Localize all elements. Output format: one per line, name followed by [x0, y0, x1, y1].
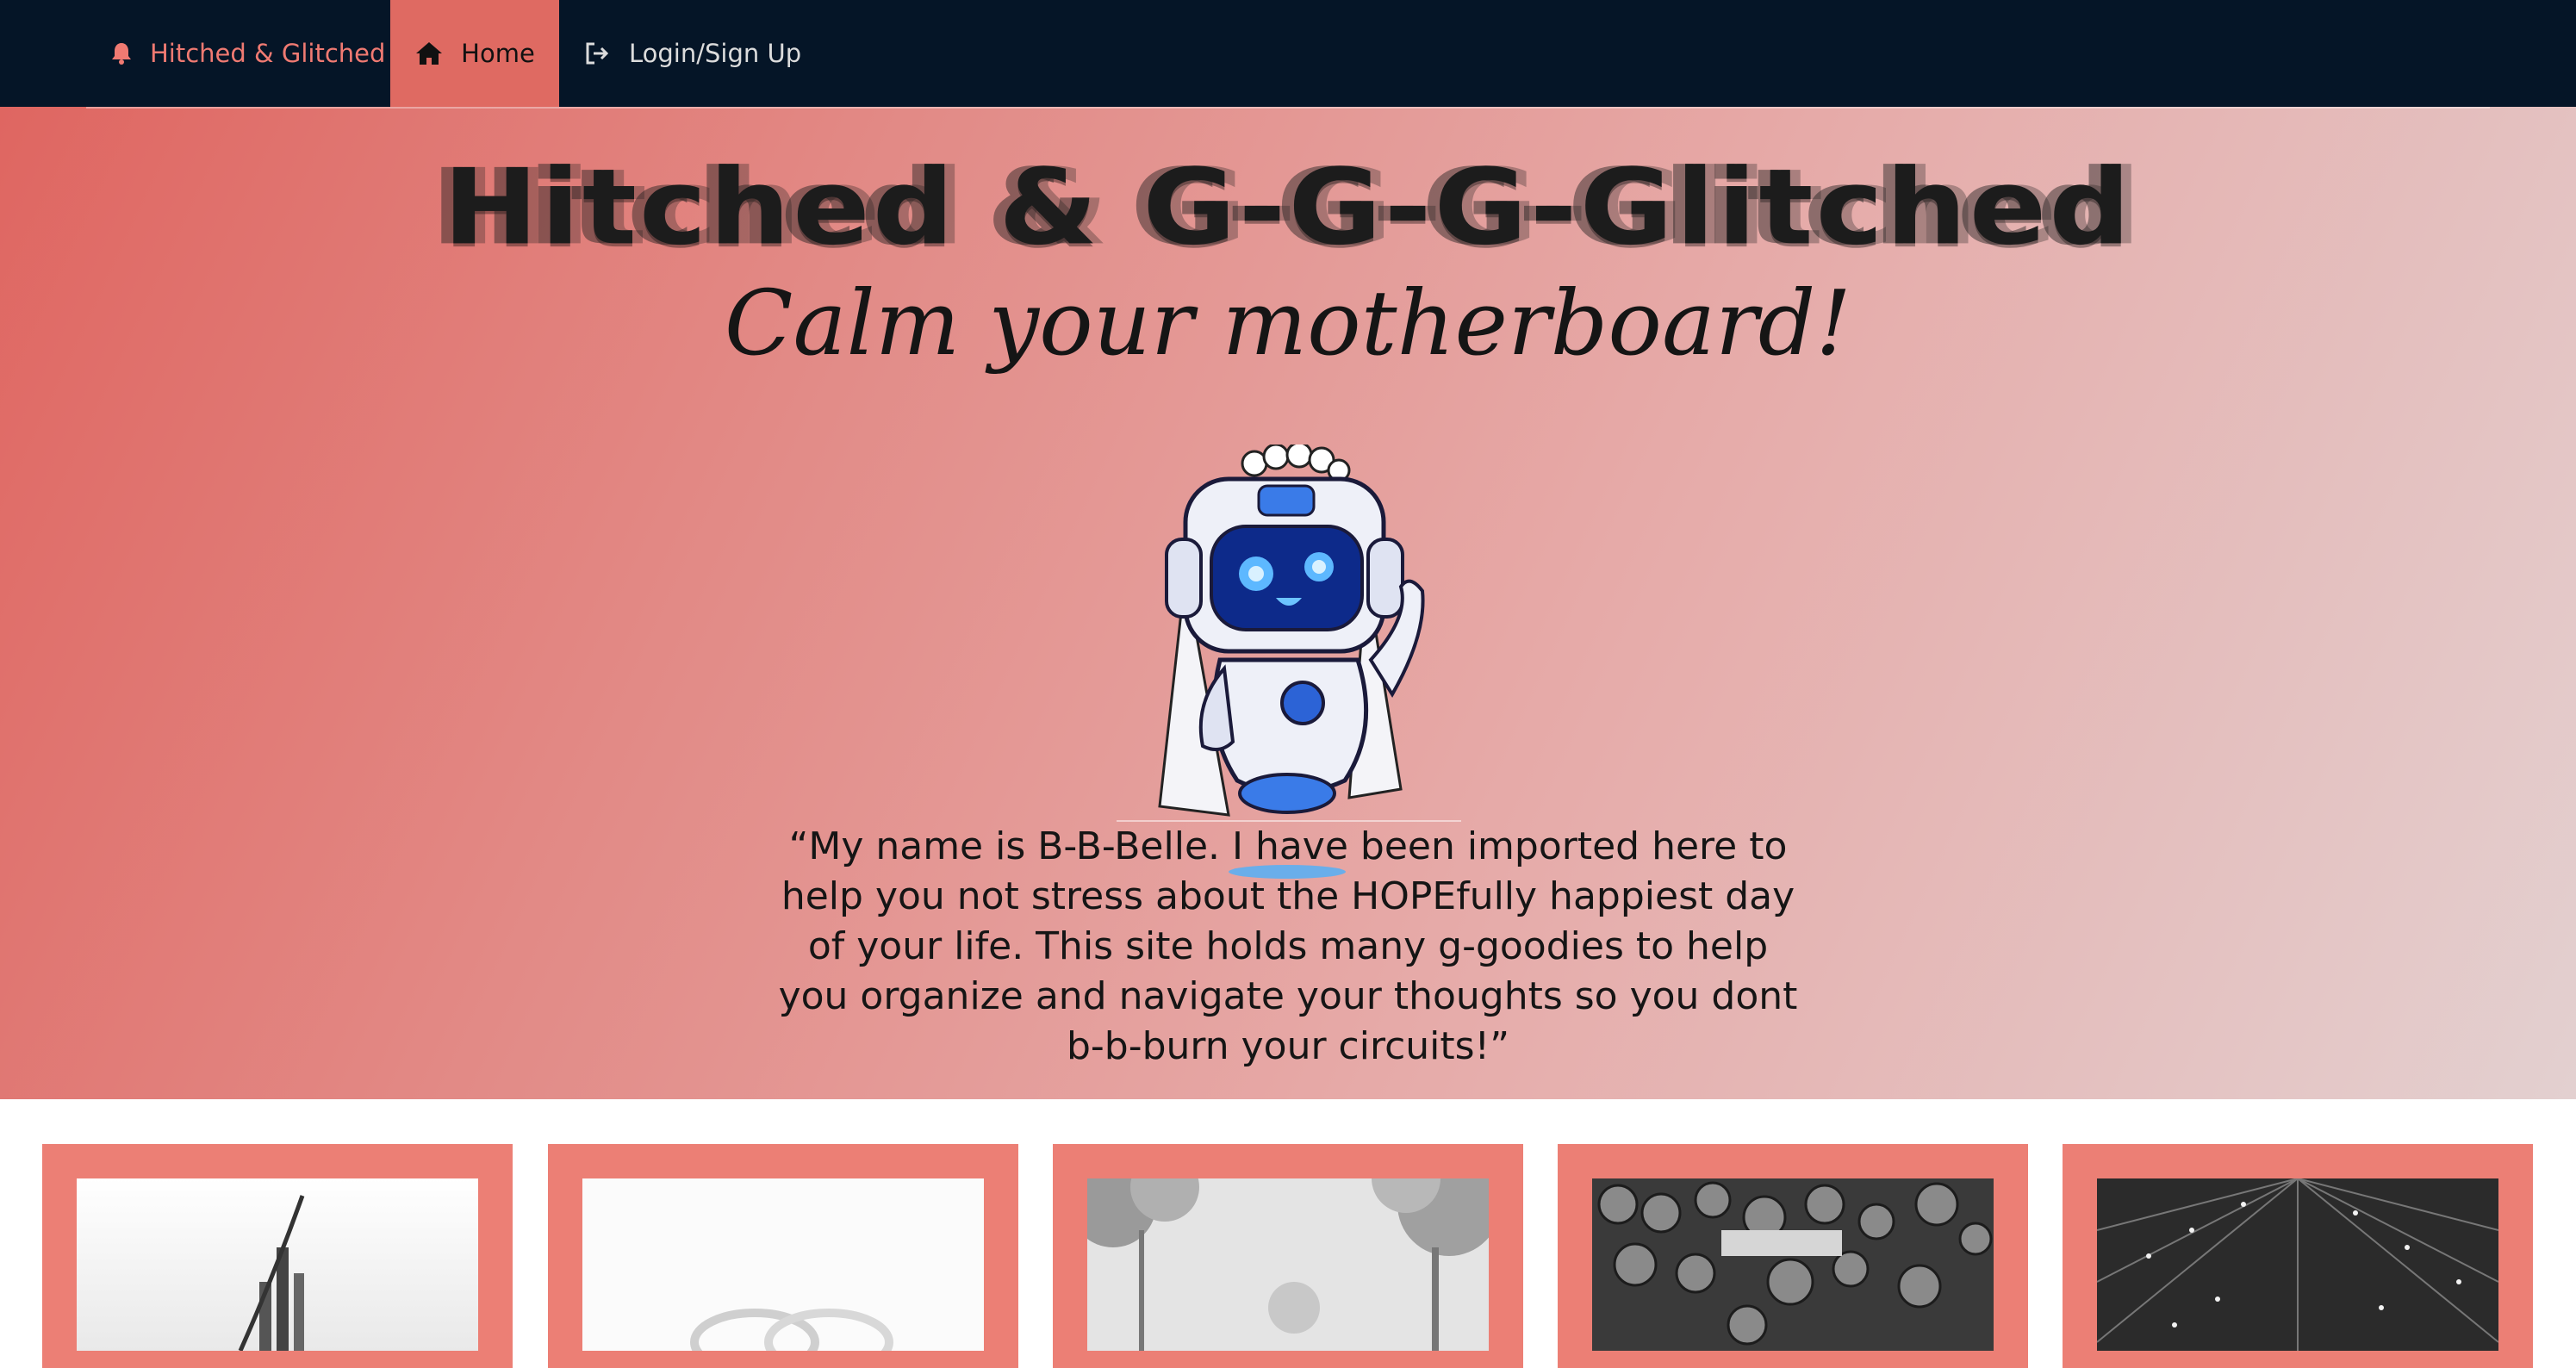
hero-title: Hitched & G-G-G-Glitched: [443, 146, 2133, 269]
card-image-rings: [582, 1178, 984, 1351]
feature-cards: [0, 1099, 2576, 1368]
sign-in-icon: [586, 42, 609, 65]
card-image-food: [1592, 1178, 1994, 1351]
bell-icon: [112, 43, 131, 65]
card-image-chart: [77, 1178, 478, 1351]
home-icon: [416, 42, 443, 65]
hero-section: Hitched & G-G-G-Glitched Calm your mothe…: [0, 107, 2576, 1099]
nav-home-label: Home: [461, 39, 535, 68]
mascot-quote: “My name is B-B-Belle. I have been impor…: [778, 824, 1798, 1068]
nav-brand-label: Hitched & Glitched: [150, 39, 386, 68]
hero-tagline: Calm your motherboard!: [724, 270, 1852, 376]
nav-brand-link[interactable]: Hitched & Glitched: [110, 0, 385, 107]
feature-card-5[interactable]: [2063, 1144, 2533, 1368]
card-image-lights: [2097, 1178, 2498, 1351]
nav-login-link[interactable]: Login/Sign Up: [584, 0, 801, 107]
feature-card-2[interactable]: [548, 1144, 1018, 1368]
feature-card-4[interactable]: [1558, 1144, 2028, 1368]
nav-login-label: Login/Sign Up: [629, 39, 802, 68]
nav-home-tab[interactable]: Home: [390, 0, 559, 107]
feature-card-3[interactable]: [1053, 1144, 1523, 1368]
feature-card-1[interactable]: [42, 1144, 513, 1368]
hero-divider: [86, 107, 2490, 109]
card-image-trees: [1087, 1178, 1489, 1351]
top-navbar: Hitched & Glitched Home Login/Sign Up: [0, 0, 2576, 107]
